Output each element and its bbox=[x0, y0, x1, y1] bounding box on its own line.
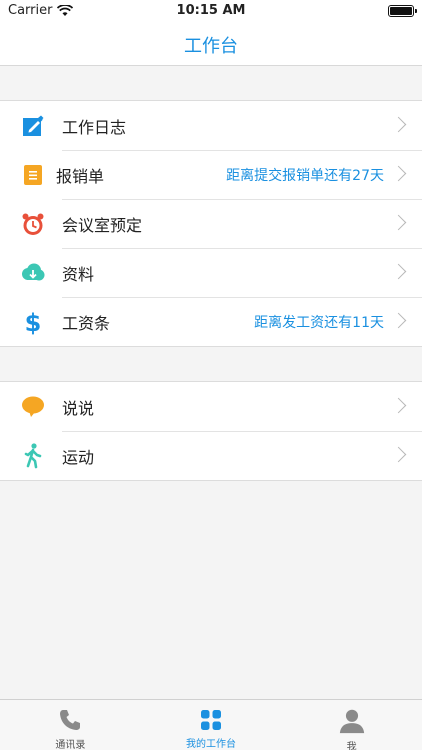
work-log-label: 工作日志 bbox=[62, 118, 127, 137]
phone-icon bbox=[57, 708, 83, 732]
documents-label: 资料 bbox=[62, 265, 95, 284]
row-expense-form[interactable]: 报销单 距离提交报销单还有27天 bbox=[0, 150, 422, 199]
page-title: 工作台 bbox=[184, 36, 238, 57]
row-payslip[interactable]: $ 工资条 距离发工资还有11天 bbox=[0, 297, 422, 346]
expense-form-label: 报销单 bbox=[56, 167, 105, 186]
tab-me[interactable]: 我 bbox=[281, 700, 422, 750]
tab-my-workbench-label: 我的工作台 bbox=[186, 739, 236, 750]
status-bar: Carrier 10:15 AM bbox=[0, 0, 422, 22]
row-meeting-room[interactable]: 会议室预定 bbox=[0, 199, 422, 248]
status-time: 10:15 AM bbox=[176, 3, 246, 18]
chevron-right-icon bbox=[390, 446, 407, 463]
payslip-label: 工资条 bbox=[62, 314, 111, 333]
payday-hint: 距离发工资还有11天 bbox=[254, 315, 384, 331]
svg-text:$: $ bbox=[25, 309, 42, 335]
row-documents[interactable]: 资料 bbox=[0, 248, 422, 297]
meeting-room-label: 会议室预定 bbox=[62, 216, 143, 235]
tab-contacts[interactable]: 通讯录 bbox=[0, 700, 141, 750]
receipt-icon bbox=[20, 162, 46, 188]
cloud-download-icon bbox=[20, 260, 46, 286]
speech-bubble-icon bbox=[20, 394, 46, 420]
posts-label: 说说 bbox=[62, 399, 95, 418]
chevron-right-icon bbox=[390, 214, 407, 231]
chevron-right-icon bbox=[390, 397, 407, 414]
chevron-right-icon bbox=[390, 263, 407, 280]
chevron-right-icon bbox=[390, 116, 407, 133]
battery-icon bbox=[388, 5, 417, 17]
person-icon bbox=[339, 708, 365, 734]
tab-contacts-label: 通讯录 bbox=[55, 740, 86, 750]
grid-icon bbox=[198, 708, 224, 731]
workbench-list-main: 工作日志 报销单 距离提交报销单还有27天 会议室预定 资料 $ 工资条 距离发… bbox=[0, 100, 422, 347]
workbench-list-social: 说说 运动 bbox=[0, 381, 422, 481]
exercise-label: 运动 bbox=[62, 448, 95, 467]
expense-deadline-hint: 距离提交报销单还有27天 bbox=[226, 168, 384, 184]
alarm-clock-icon bbox=[20, 211, 46, 237]
chevron-right-icon bbox=[390, 165, 407, 182]
walking-person-icon bbox=[20, 443, 46, 469]
tab-me-label: 我 bbox=[346, 742, 357, 750]
tab-my-workbench[interactable]: 我的工作台 bbox=[141, 700, 282, 750]
pencil-note-icon bbox=[20, 113, 46, 139]
row-work-log[interactable]: 工作日志 bbox=[0, 101, 422, 150]
dollar-icon: $ bbox=[20, 309, 46, 335]
tab-bar: 通讯录 我的工作台 我 bbox=[0, 699, 422, 750]
row-posts[interactable]: 说说 bbox=[0, 382, 422, 431]
navigation-bar: 工作台 bbox=[0, 22, 422, 66]
chevron-right-icon bbox=[390, 312, 407, 329]
row-exercise[interactable]: 运动 bbox=[0, 431, 422, 480]
